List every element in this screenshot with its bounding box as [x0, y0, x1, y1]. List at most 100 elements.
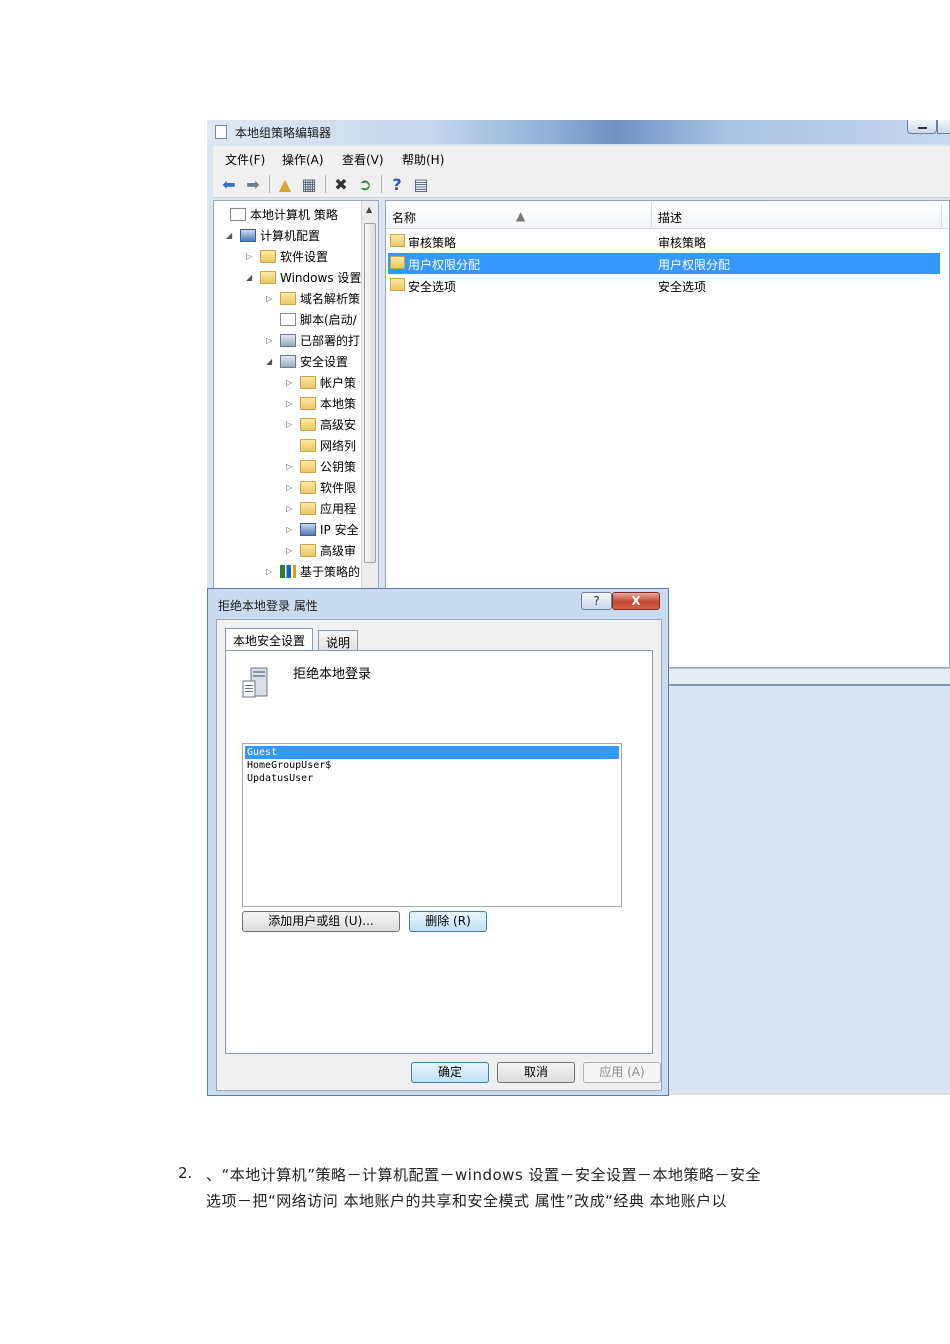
list-item[interactable]: Guest	[245, 746, 619, 759]
dialog-title: 拒绝本地登录 属性	[218, 599, 318, 613]
tree-scrollbar-thumb[interactable]	[364, 223, 376, 563]
ok-button[interactable]: 确定	[411, 1062, 489, 1083]
show-hide-tree-icon[interactable]: ▦	[299, 174, 319, 194]
tree-expander[interactable]: ◢	[266, 357, 278, 366]
properties-view-icon[interactable]: ▤	[411, 174, 431, 194]
printer-icon	[280, 333, 296, 347]
tree-node-local-policies[interactable]: ▷ 本地策	[286, 393, 356, 413]
tree-expander[interactable]: ▷	[286, 504, 298, 513]
column-header-description[interactable]: 描述	[658, 209, 682, 226]
folder-icon	[390, 278, 405, 291]
list-item[interactable]: HomeGroupUser$	[245, 759, 619, 772]
export-list-icon[interactable]: ➲	[355, 174, 375, 194]
tree-node-account-policy[interactable]: ▷ 帐户策	[286, 372, 356, 392]
server-policy-icon	[242, 667, 268, 698]
add-user-or-group-button[interactable]: 添加用户或组 (U)...	[242, 911, 400, 932]
folder-icon	[300, 501, 316, 515]
row-description: 安全选项	[658, 280, 707, 294]
list-row-security-options[interactable]: 安全选项 安全选项	[388, 275, 940, 296]
security-icon	[280, 354, 296, 368]
tree-scrollbar[interactable]: ▲	[361, 201, 378, 589]
folder-lock-icon	[300, 375, 316, 389]
list-row-audit-policy[interactable]: 审核策略 审核策略	[388, 231, 940, 252]
dialog-help-button[interactable]: ?	[581, 592, 612, 610]
tree-expander[interactable]: ▷	[286, 378, 298, 387]
tree-node-ip-security[interactable]: ▷ IP 安全	[286, 519, 359, 539]
menu-bar: 文件(F) 操作(A) 查看(V) 帮助(H)	[213, 146, 950, 170]
tree-expander[interactable]: ▷	[266, 567, 278, 576]
editor-title: 本地组策略编辑器	[235, 126, 332, 140]
user-list[interactable]: Guest HomeGroupUser$ UpdatusUser	[242, 743, 622, 907]
tree-expander[interactable]: ▷	[286, 420, 298, 429]
tree-node-advanced-security[interactable]: ▷ 高级安	[286, 414, 356, 434]
column-header-name[interactable]: 名称	[392, 209, 416, 226]
help-icon[interactable]: ?	[387, 174, 407, 194]
up-folder-icon[interactable]: ▲	[275, 174, 295, 194]
cancel-button[interactable]: 取消	[497, 1062, 575, 1083]
tree-node-deployed-printers[interactable]: ▷ 已部署的打	[266, 330, 360, 350]
row-description: 审核策略	[658, 236, 707, 250]
menu-view[interactable]: 查看(V)	[342, 151, 384, 168]
tree-node-public-key[interactable]: ▷ 公钥策	[286, 456, 356, 476]
paragraph-line-1: 、“本地计算机”策略－计算机配置－windows 设置－安全设置－本地策略－安全	[206, 1166, 762, 1184]
tree-node-label: 域名解析策	[300, 291, 361, 306]
editor-app-icon	[215, 125, 227, 139]
tree-node-advanced-audit[interactable]: ▷ 高级审	[286, 540, 356, 560]
list-item[interactable]: UpdatusUser	[245, 772, 619, 785]
tab-local-security-setting[interactable]: 本地安全设置	[225, 628, 314, 650]
tree-expander[interactable]: ▷	[286, 546, 298, 555]
list-row-user-rights[interactable]: 用户权限分配 用户权限分配	[388, 253, 940, 274]
menu-file[interactable]: 文件(F)	[225, 151, 265, 168]
tree-node-network-list[interactable]: 网络列	[286, 435, 356, 455]
tree-expander[interactable]: ▷	[286, 399, 298, 408]
tree-expander[interactable]: ▷	[286, 525, 298, 534]
apply-button[interactable]: 应用 (A)	[583, 1062, 661, 1083]
row-name: 用户权限分配	[408, 258, 481, 272]
remove-button[interactable]: 删除 (R)	[409, 911, 487, 932]
back-arrow-icon[interactable]: ⬅	[219, 174, 239, 194]
tree-node-windows-settings[interactable]: ◢ Windows 设置	[246, 267, 361, 287]
tree-node-scripts[interactable]: 脚本(启动/	[266, 309, 357, 329]
maximize-button[interactable]	[937, 120, 950, 134]
menu-action[interactable]: 操作(A)	[282, 151, 324, 168]
tree-node-computer-config[interactable]: ◢ 计算机配置	[226, 225, 320, 245]
tree-node-label: 已部署的打	[300, 333, 361, 348]
tree-node-dns-policy[interactable]: ▷ 域名解析策	[266, 288, 360, 308]
tree-expander[interactable]: ▷	[286, 483, 298, 492]
tree-expander[interactable]: ▷	[286, 462, 298, 471]
tree-node-local-policy[interactable]: 本地计算机 策略	[216, 204, 338, 224]
tree-node-software-settings[interactable]: ▷ 软件设置	[246, 246, 328, 266]
tree-expander[interactable]: ▷	[246, 252, 258, 261]
tree-node-label: 公钥策	[320, 459, 357, 474]
tree-expander[interactable]: ▷	[266, 336, 278, 345]
row-name: 安全选项	[408, 280, 457, 294]
tree-node-security-settings[interactable]: ◢ 安全设置	[266, 351, 348, 371]
delete-icon[interactable]: ✖	[331, 174, 351, 194]
menu-help[interactable]: 帮助(H)	[402, 151, 444, 168]
tree-node-policy-qos[interactable]: ▷ 基于策略的	[266, 561, 360, 581]
tree-expander[interactable]: ◢	[226, 231, 238, 240]
computer-icon	[240, 228, 256, 242]
tree-node-label: 安全设置	[300, 354, 349, 369]
tree-expander[interactable]: ▷	[266, 294, 278, 303]
tree-node-label: 本地策	[320, 396, 357, 411]
tree-node-software-restriction[interactable]: ▷ 软件限	[286, 477, 356, 497]
tree-node-label: 高级安	[320, 417, 357, 432]
folder-icon	[300, 480, 316, 494]
tree-expander[interactable]: ◢	[246, 273, 258, 282]
paragraph-line-2: 选项－把“网络访问 本地账户的共享和安全模式 属性”改成“经典 本地账户以	[206, 1192, 728, 1210]
folder-icon	[280, 291, 296, 305]
dialog-close-button[interactable]: X	[612, 592, 660, 610]
tree-node-app-control[interactable]: ▷ 应用程	[286, 498, 356, 518]
tab-explain[interactable]: 说明	[318, 630, 359, 650]
editor-titlebar[interactable]: 本地组策略编辑器	[207, 120, 950, 144]
folder-icon	[300, 417, 316, 431]
folder-icon	[300, 459, 316, 473]
tree-node-label: 本地计算机 策略	[250, 207, 338, 222]
minimize-button[interactable]	[907, 120, 937, 134]
forward-arrow-icon[interactable]: ➡	[243, 174, 263, 194]
scroll-up-arrow-icon[interactable]: ▲	[366, 205, 372, 214]
toolbar: ⬅ ➡ ▲ ▦ ✖ ➲ ? ▤	[213, 170, 950, 198]
tree-node-label: 基于策略的	[300, 564, 361, 579]
list-item-number: 2.	[178, 1164, 193, 1182]
